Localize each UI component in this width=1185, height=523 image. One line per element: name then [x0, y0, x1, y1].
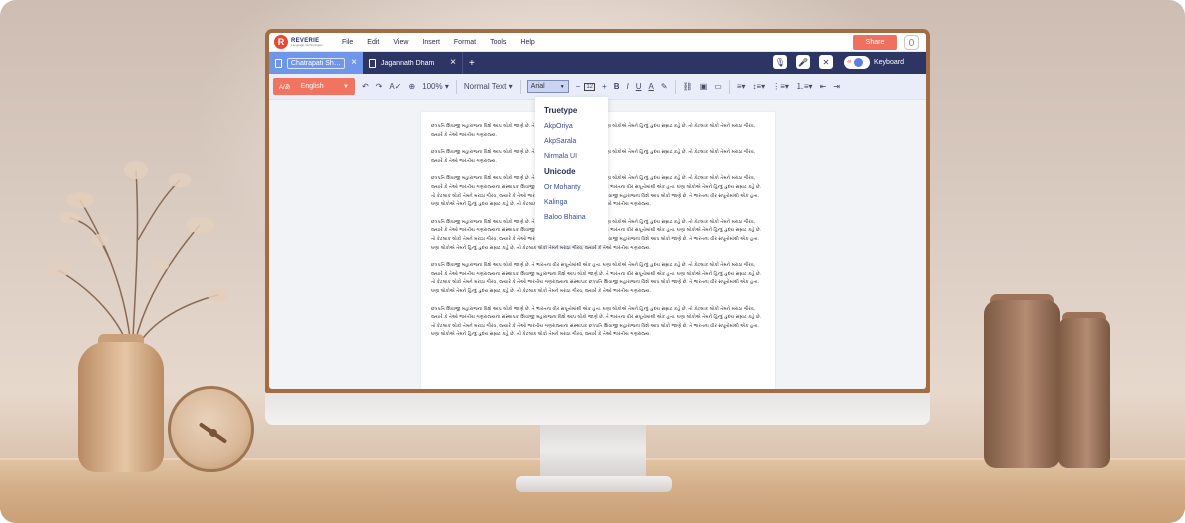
font-option[interactable]: Baloo Bhaina: [535, 210, 608, 225]
font-option[interactable]: AkpSarala: [535, 134, 608, 149]
tab-jagannath[interactable]: Jagannath Dham ×: [363, 52, 463, 74]
voice-typing-icon[interactable]: 🎤: [796, 55, 810, 69]
close-tab-icon[interactable]: ×: [351, 58, 357, 68]
italic-icon[interactable]: I: [626, 82, 628, 91]
caret-down-icon: ▼: [559, 83, 565, 90]
align-left-icon[interactable]: ≡▾: [737, 82, 746, 91]
document-icon: [369, 58, 376, 68]
link-icon[interactable]: ⛓: [683, 82, 693, 91]
close-tab-icon[interactable]: ×: [450, 58, 456, 68]
font-option[interactable]: Or Mohanty: [535, 180, 608, 195]
decrease-indent-icon[interactable]: ⇤: [820, 82, 827, 91]
keyboard-script-glyph: अ: [847, 59, 851, 65]
underline-icon[interactable]: U: [636, 82, 642, 91]
logo-tagline: Language Technologies: [291, 42, 323, 47]
monitor-stand: [540, 420, 646, 482]
menu-bar: R REVERIE Language Technologies File Edi…: [269, 33, 926, 52]
keyboard-label: Keyboard: [874, 58, 904, 66]
language-label: English: [300, 83, 324, 90]
font-dropdown-menu: Truetype AkpOriya AkpSarala Nirmala UI U…: [535, 97, 608, 245]
font-option[interactable]: Kalinga: [535, 195, 608, 210]
monitor-stand-base: [516, 476, 672, 492]
paragraph[interactable]: છત્રપતિ શિવાજી મહારાજના વિશે આપ લોકો જાણ…: [431, 305, 765, 339]
tall-vase: [984, 300, 1060, 468]
toolbar-divider: [674, 79, 676, 94]
translate-icon: A/あ: [279, 85, 291, 91]
monitor-chin: [265, 392, 930, 425]
dried-branches: [46, 161, 228, 359]
text-color-icon[interactable]: A: [648, 82, 653, 91]
toolbar-divider: [728, 79, 730, 94]
desk-clock: [168, 386, 254, 472]
logo-mark-icon: R: [274, 35, 288, 49]
background-scene: R REVERIE Language Technologies File Edi…: [0, 0, 1185, 523]
language-select[interactable]: A/あ English ▼: [273, 78, 355, 95]
toolbar-divider: [519, 79, 521, 94]
menu-edit[interactable]: Edit: [367, 39, 379, 46]
add-tab-button[interactable]: +: [469, 58, 475, 69]
transliterate-icon[interactable]: ✕: [819, 55, 833, 69]
share-button[interactable]: Share: [853, 35, 897, 50]
font-select[interactable]: Arial ▼: [526, 80, 569, 93]
font-value: Arial: [530, 83, 545, 90]
keyboard-toggle[interactable]: अ: [844, 55, 870, 69]
menu-format[interactable]: Format: [454, 39, 476, 46]
paragraph[interactable]: છત્રપતિ શિવાજી મહારાજના વિશે આપ લોકો જાણ…: [431, 261, 765, 295]
small-vase: [1058, 318, 1110, 468]
highlight-icon[interactable]: ✎: [661, 82, 668, 91]
increase-indent-icon[interactable]: ⇥: [833, 82, 840, 91]
microphone-icon[interactable]: 🎙: [773, 55, 787, 69]
font-option[interactable]: Nirmala UI: [535, 149, 608, 164]
clock-center: [209, 429, 217, 437]
document-tab-bar: Chatrapati Shiv.. × Jagannath Dham × + 🎙…: [269, 52, 926, 74]
menu-items: File Edit View Insert Format Tools Help: [342, 39, 549, 46]
decrease-font-icon[interactable]: −: [576, 82, 581, 91]
voice-tools: 🎙 🎤 ✕ अ Keyboard: [773, 55, 904, 69]
zoom-icon[interactable]: ⊕: [408, 82, 415, 91]
tab-title[interactable]: Chatrapati Shiv..: [287, 57, 345, 69]
toggle-knob: [853, 57, 863, 67]
line-spacing-icon[interactable]: ↕≡▾: [753, 82, 766, 91]
app-screen: R REVERIE Language Technologies File Edi…: [269, 33, 926, 389]
menu-insert[interactable]: Insert: [422, 39, 440, 46]
toolbar-divider: [455, 79, 457, 94]
menu-tools[interactable]: Tools: [490, 39, 506, 46]
increase-font-icon[interactable]: +: [602, 82, 607, 91]
tab-chatrapati[interactable]: Chatrapati Shiv.. ×: [269, 52, 363, 74]
caret-down-icon: ▼: [343, 83, 349, 90]
reverie-logo: R REVERIE Language Technologies: [274, 35, 338, 49]
numbered-list-icon[interactable]: ⒈≡▾: [796, 81, 813, 92]
menu-help[interactable]: Help: [520, 39, 534, 46]
redo-icon[interactable]: ↷: [376, 82, 383, 91]
font-size-input[interactable]: 12: [584, 82, 596, 91]
bullet-list-icon[interactable]: ⋮≡▾: [772, 82, 789, 91]
undo-icon[interactable]: ↶: [362, 82, 369, 91]
font-option[interactable]: AkpOriya: [535, 119, 608, 134]
monitor-bezel: R REVERIE Language Technologies File Edi…: [265, 29, 930, 393]
account-button[interactable]: [904, 35, 919, 50]
tab-title: Jagannath Dham: [381, 59, 435, 67]
spellcheck-icon[interactable]: A✓: [389, 82, 401, 91]
zoom-level[interactable]: 100% ▾: [422, 82, 449, 91]
dropdown-group-label: Unicode: [544, 167, 576, 176]
document-icon: [275, 58, 282, 68]
comment-icon[interactable]: ▭: [714, 82, 722, 91]
paragraph-style-select[interactable]: Normal Text ▾: [464, 82, 513, 91]
bold-icon[interactable]: B: [614, 82, 620, 91]
menu-file[interactable]: File: [342, 39, 353, 46]
dropdown-group-label: Truetype: [544, 106, 578, 115]
ceramic-vase: [78, 342, 164, 472]
image-icon[interactable]: ▣: [700, 82, 708, 91]
user-icon: [909, 39, 914, 46]
menu-view[interactable]: View: [393, 39, 408, 46]
